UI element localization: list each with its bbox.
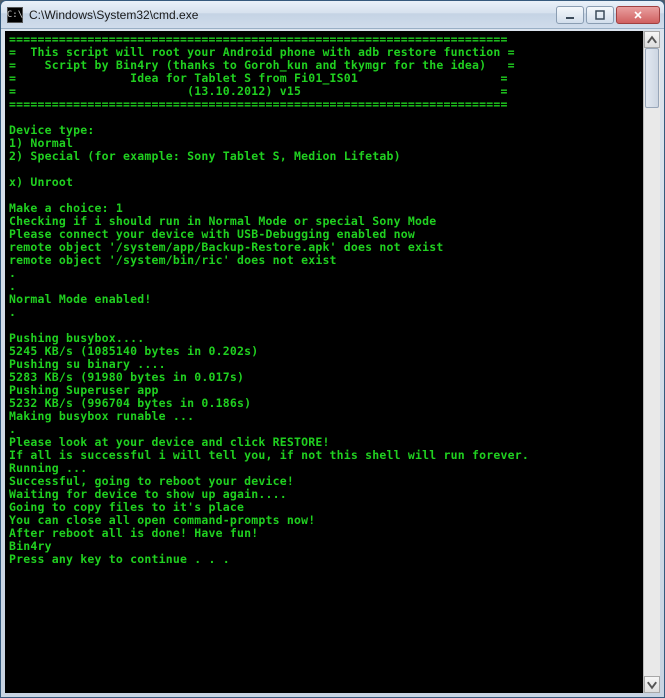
scroll-down-button[interactable] — [644, 676, 660, 693]
close-button[interactable] — [616, 6, 660, 24]
cmd-icon: C:\ — [7, 7, 23, 23]
maximize-icon — [595, 10, 605, 20]
scrollbar-track[interactable] — [644, 48, 660, 676]
chevron-down-icon — [645, 678, 659, 692]
chevron-up-icon — [645, 33, 659, 47]
maximize-button[interactable] — [586, 6, 614, 24]
window-title: C:\Windows\System32\cmd.exe — [29, 8, 554, 22]
titlebar[interactable]: C:\ C:\Windows\System32\cmd.exe — [1, 1, 664, 29]
window-controls — [554, 6, 660, 24]
close-icon — [633, 10, 643, 20]
minimize-icon — [565, 10, 575, 20]
scrollbar-thumb[interactable] — [645, 48, 659, 108]
vertical-scrollbar[interactable] — [643, 31, 660, 693]
minimize-button[interactable] — [556, 6, 584, 24]
cmd-window: C:\ C:\Windows\System32\cmd.exe ========… — [0, 0, 665, 698]
console-output[interactable]: ========================================… — [5, 31, 643, 693]
scroll-up-button[interactable] — [644, 31, 660, 48]
console-area: ========================================… — [5, 31, 660, 693]
